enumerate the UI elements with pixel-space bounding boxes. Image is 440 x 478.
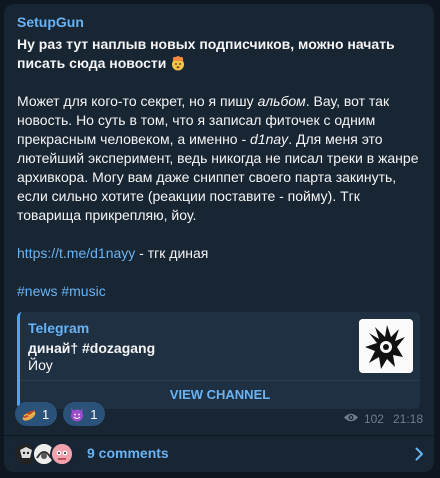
preview-description: Йоу [28,357,53,373]
link-preview[interactable]: Telegram динай† #dozagang Йоу VIEW CHANN… [17,312,420,409]
preview-title: динай† #dozagang [28,340,156,356]
comments-label: 9 comments [87,445,169,461]
commenter-avatars [14,442,78,466]
reaction-hotdog-count: 1 [42,406,50,422]
preview-source: Telegram [28,320,90,336]
hashtag-news[interactable]: #news [17,283,57,299]
channel-name[interactable]: SetupGun [17,14,421,31]
preview-thumbnail[interactable] [359,319,413,373]
avatar [50,442,74,466]
post-body: Может для кого-то секрет, но я пишу альб… [17,92,421,225]
hotdog-icon [21,406,37,422]
view-count: 102 [363,412,384,426]
reaction-devil[interactable]: 1 [63,402,106,426]
body-italic-name: d1nay [250,131,289,147]
body-italic-album: альбом [257,93,306,109]
hashtags: #news #music [17,282,421,301]
eye-icon [343,412,359,426]
reactions-bar: 1 1 [15,402,106,426]
chevron-right-icon [415,447,424,466]
smiling-devil-icon [69,406,85,422]
post-headline: Ну раз тут наплыв новых подписчиков, мож… [17,35,421,73]
mind-blown-emoji-icon [170,55,186,71]
reaction-hotdog[interactable]: 1 [15,402,58,426]
link-suffix: - тгк диная [135,245,209,261]
link-line: https://t.me/d1nayy - тгк диная [17,244,421,263]
reaction-devil-count: 1 [90,406,98,422]
headline-text: Ну раз тут наплыв новых подписчиков, мож… [17,36,395,71]
post-meta: 102 21:18 [343,412,423,426]
body-text-1: Может для кого-то секрет, но я пишу [17,93,258,109]
channel-post: SetupGun Ну раз тут наплыв новых подписч… [4,4,434,472]
comments-button[interactable]: 9 comments [4,436,434,472]
channel-link[interactable]: https://t.me/d1nayy [17,245,135,261]
hashtag-music[interactable]: #music [61,283,105,299]
post-time: 21:18 [392,412,423,426]
